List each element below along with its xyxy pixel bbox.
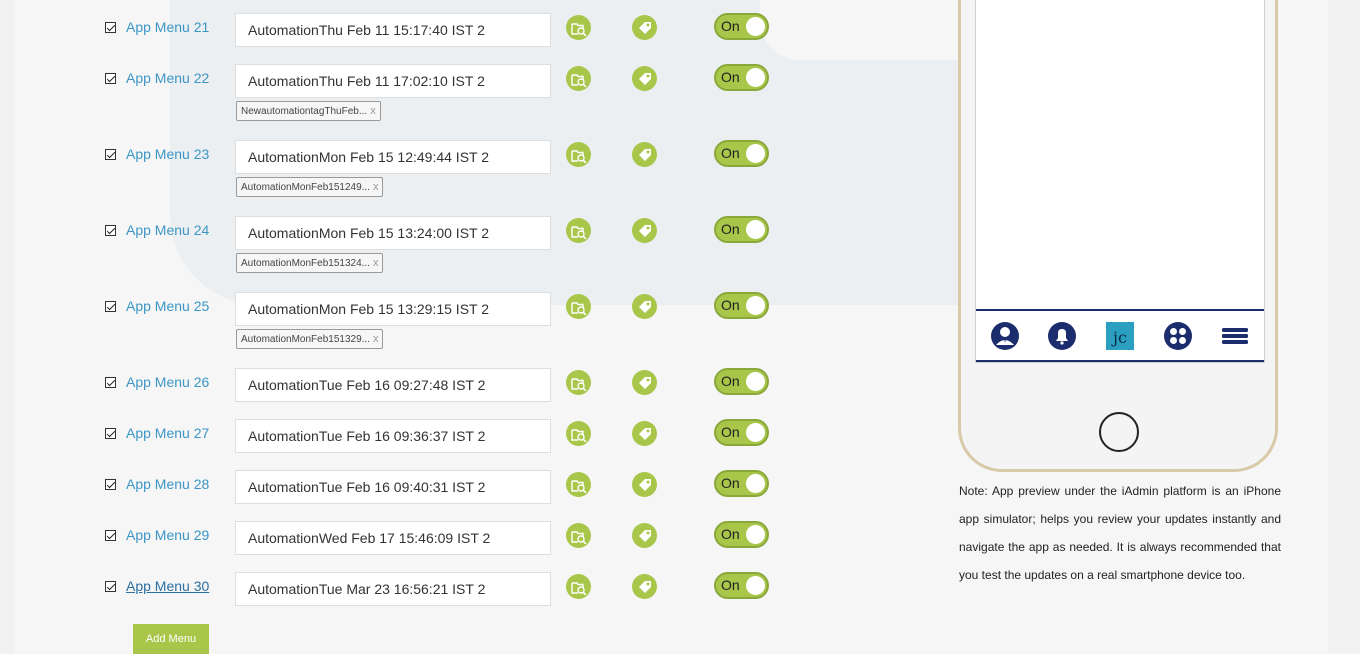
tag-icon[interactable]: [632, 218, 657, 243]
tag-chip: AutomationMonFeb151324... x: [236, 253, 384, 273]
menu-visibility-toggle[interactable]: On: [714, 216, 769, 243]
tag-icon[interactable]: [632, 421, 657, 446]
menu-enabled-checkbox[interactable]: [105, 428, 116, 439]
menu-name-input[interactable]: [235, 572, 551, 606]
user-profile-icon[interactable]: [990, 321, 1020, 351]
tag-chip-label: AutomationMonFeb151249...: [241, 182, 370, 193]
menu-name-input[interactable]: [235, 470, 551, 504]
menu-visibility-toggle[interactable]: On: [714, 368, 769, 395]
tag-chip: AutomationMonFeb151329... x: [236, 329, 384, 349]
image-search-icon[interactable]: [566, 472, 591, 497]
menu-enabled-checkbox[interactable]: [105, 530, 116, 541]
tag-chip-label: NewautomationtagThuFeb...: [241, 106, 368, 117]
tag-remove-icon[interactable]: x: [373, 333, 379, 345]
bell-icon[interactable]: [1047, 321, 1077, 351]
menu-visibility-toggle[interactable]: On: [714, 521, 769, 548]
toggle-label: On: [721, 69, 740, 85]
menu-visibility-toggle[interactable]: On: [714, 64, 769, 91]
tag-icon[interactable]: [632, 472, 657, 497]
toggle-knob: [746, 474, 765, 493]
menu-row: App Menu 30 On: [0, 0, 940, 606]
menu-enabled-checkbox[interactable]: [105, 149, 116, 160]
toggle-knob: [746, 220, 765, 239]
tag-icon[interactable]: [632, 66, 657, 91]
menu-name-input[interactable]: [235, 368, 551, 402]
image-search-icon[interactable]: [566, 66, 591, 91]
tag-remove-icon[interactable]: x: [373, 257, 379, 269]
tag-chip: NewautomationtagThuFeb... x: [236, 101, 381, 121]
menu-name-input[interactable]: [235, 292, 551, 326]
tag-icon[interactable]: [632, 370, 657, 395]
phone-home-button: [1099, 412, 1139, 452]
menu-enabled-checkbox[interactable]: [105, 377, 116, 388]
image-search-icon[interactable]: [566, 523, 591, 548]
toggle-label: On: [721, 424, 740, 440]
toggle-label: On: [721, 373, 740, 389]
image-search-icon[interactable]: [566, 294, 591, 319]
menu-visibility-toggle[interactable]: On: [714, 572, 769, 599]
toggle-knob: [746, 576, 765, 595]
tag-chip-label: AutomationMonFeb151324...: [241, 258, 370, 269]
menu-name-input[interactable]: [235, 521, 551, 555]
grid-dots-icon[interactable]: [1163, 321, 1193, 351]
phone-simulator: jc: [958, 0, 1278, 472]
svg-text:jc: jc: [1111, 328, 1127, 347]
menu-enabled-checkbox[interactable]: [105, 479, 116, 490]
menu-link[interactable]: App Menu 26: [126, 374, 209, 390]
toggle-knob: [746, 68, 765, 87]
toggle-label: On: [721, 577, 740, 593]
image-search-icon[interactable]: [566, 142, 591, 167]
toggle-knob: [746, 525, 765, 544]
image-search-icon[interactable]: [566, 421, 591, 446]
menu-name-input[interactable]: [235, 419, 551, 453]
menu-visibility-toggle[interactable]: On: [714, 292, 769, 319]
tag-icon[interactable]: [632, 142, 657, 167]
toggle-knob: [746, 144, 765, 163]
tag-remove-icon[interactable]: x: [370, 105, 376, 117]
menu-name-input[interactable]: [235, 216, 551, 250]
menu-name-input[interactable]: [235, 140, 551, 174]
phone-screen: jc: [975, 0, 1265, 363]
phone-tab-bar: jc: [976, 309, 1264, 362]
phone-preview-note: Note: App preview under the iAdmin platf…: [959, 484, 1281, 582]
toggle-label: On: [721, 145, 740, 161]
menu-link[interactable]: App Menu 22: [126, 70, 209, 86]
toggle-label: On: [721, 526, 740, 542]
image-search-icon[interactable]: [566, 218, 591, 243]
menu-visibility-toggle[interactable]: On: [714, 419, 769, 446]
toggle-knob: [746, 296, 765, 315]
menu-link[interactable]: App Menu 23: [126, 146, 209, 162]
menu-visibility-toggle[interactable]: On: [714, 470, 769, 497]
menu-link[interactable]: App Menu 30: [126, 578, 209, 594]
tag-icon[interactable]: [632, 294, 657, 319]
menu-link[interactable]: App Menu 25: [126, 298, 209, 314]
toggle-label: On: [721, 475, 740, 491]
menu-enabled-checkbox[interactable]: [105, 73, 116, 84]
menu-visibility-toggle[interactable]: On: [714, 140, 769, 167]
add-menu-button[interactable]: Add Menu: [133, 624, 209, 654]
tag-icon[interactable]: [632, 574, 657, 599]
tag-remove-icon[interactable]: x: [373, 181, 379, 193]
menu-link[interactable]: App Menu 28: [126, 476, 209, 492]
menu-link[interactable]: App Menu 27: [126, 425, 209, 441]
toggle-knob: [746, 423, 765, 442]
toggle-label: On: [721, 221, 740, 237]
menu-enabled-checkbox[interactable]: [105, 225, 116, 236]
toggle-label: On: [721, 297, 740, 313]
image-search-icon[interactable]: [566, 370, 591, 395]
tag-icon[interactable]: [632, 523, 657, 548]
tag-chip: AutomationMonFeb151249... x: [236, 177, 384, 197]
hamburger-menu-icon[interactable]: [1220, 321, 1250, 351]
image-search-icon[interactable]: [566, 574, 591, 599]
tag-chip-label: AutomationMonFeb151329...: [241, 334, 370, 345]
menu-link[interactable]: App Menu 29: [126, 527, 209, 543]
menu-name-input[interactable]: [235, 64, 551, 98]
toggle-knob: [746, 372, 765, 391]
menu-enabled-checkbox[interactable]: [105, 301, 116, 312]
phone-body: jc: [961, 0, 1275, 469]
app-logo-icon[interactable]: jc: [1105, 321, 1135, 351]
menu-enabled-checkbox[interactable]: [105, 581, 116, 592]
menu-link[interactable]: App Menu 24: [126, 222, 209, 238]
